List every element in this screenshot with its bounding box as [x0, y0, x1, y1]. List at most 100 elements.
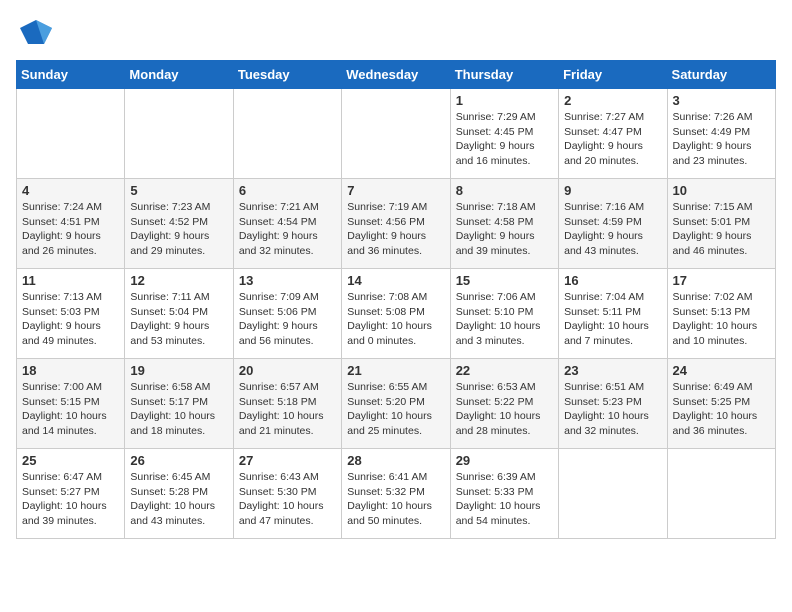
- day-number: 23: [564, 363, 661, 378]
- day-info: Sunrise: 7:21 AM Sunset: 4:54 PM Dayligh…: [239, 200, 336, 259]
- logo: [16, 16, 52, 48]
- day-number: 15: [456, 273, 553, 288]
- calendar-cell: 2 Sunrise: 7:27 AM Sunset: 4:47 PM Daylig…: [559, 89, 667, 179]
- calendar-cell: 3 Sunrise: 7:26 AM Sunset: 4:49 PM Daylig…: [667, 89, 775, 179]
- calendar-cell: 7 Sunrise: 7:19 AM Sunset: 4:56 PM Daylig…: [342, 179, 450, 269]
- header-row: SundayMondayTuesdayWednesdayThursdayFrid…: [17, 61, 776, 89]
- day-info: Sunrise: 7:27 AM Sunset: 4:47 PM Dayligh…: [564, 110, 661, 169]
- calendar-cell: 26 Sunrise: 6:45 AM Sunset: 5:28 PM Dayli…: [125, 449, 233, 539]
- day-info: Sunrise: 6:43 AM Sunset: 5:30 PM Dayligh…: [239, 470, 336, 529]
- calendar-cell: 9 Sunrise: 7:16 AM Sunset: 4:59 PM Daylig…: [559, 179, 667, 269]
- day-header-saturday: Saturday: [667, 61, 775, 89]
- calendar-cell: 25 Sunrise: 6:47 AM Sunset: 5:27 PM Dayli…: [17, 449, 125, 539]
- day-number: 3: [673, 93, 770, 108]
- day-number: 27: [239, 453, 336, 468]
- day-number: 24: [673, 363, 770, 378]
- calendar-cell: 21Sunrise: 6:55 AM Sunset: 5:20 PM Dayli…: [342, 359, 450, 449]
- logo-icon: [20, 16, 52, 48]
- day-number: 16: [564, 273, 661, 288]
- day-info: Sunrise: 7:04 AM Sunset: 5:11 PM Dayligh…: [564, 290, 661, 349]
- calendar-cell: 1 Sunrise: 7:29 AM Sunset: 4:45 PM Daylig…: [450, 89, 558, 179]
- day-number: 26: [130, 453, 227, 468]
- week-row-3: 11Sunrise: 7:13 AM Sunset: 5:03 PM Dayli…: [17, 269, 776, 359]
- page-header: [16, 16, 776, 48]
- day-header-tuesday: Tuesday: [233, 61, 341, 89]
- day-number: 25: [22, 453, 119, 468]
- day-number: 19: [130, 363, 227, 378]
- day-number: 28: [347, 453, 444, 468]
- day-number: 1: [456, 93, 553, 108]
- day-info: Sunrise: 7:24 AM Sunset: 4:51 PM Dayligh…: [22, 200, 119, 259]
- day-info: Sunrise: 7:09 AM Sunset: 5:06 PM Dayligh…: [239, 290, 336, 349]
- week-row-5: 25 Sunrise: 6:47 AM Sunset: 5:27 PM Dayli…: [17, 449, 776, 539]
- week-row-2: 4 Sunrise: 7:24 AM Sunset: 4:51 PM Daylig…: [17, 179, 776, 269]
- calendar-cell: 22 Sunrise: 6:53 AM Sunset: 5:22 PM Dayli…: [450, 359, 558, 449]
- calendar-cell: 29 Sunrise: 6:39 AM Sunset: 5:33 PM Dayli…: [450, 449, 558, 539]
- day-info: Sunrise: 7:15 AM Sunset: 5:01 PM Dayligh…: [673, 200, 770, 259]
- day-info: Sunrise: 7:29 AM Sunset: 4:45 PM Dayligh…: [456, 110, 553, 169]
- calendar-cell: 5 Sunrise: 7:23 AM Sunset: 4:52 PM Daylig…: [125, 179, 233, 269]
- day-number: 9: [564, 183, 661, 198]
- calendar-cell: 23Sunrise: 6:51 AM Sunset: 5:23 PM Dayli…: [559, 359, 667, 449]
- calendar-cell: 27 Sunrise: 6:43 AM Sunset: 5:30 PM Dayli…: [233, 449, 341, 539]
- day-number: 6: [239, 183, 336, 198]
- day-info: Sunrise: 7:11 AM Sunset: 5:04 PM Dayligh…: [130, 290, 227, 349]
- day-info: Sunrise: 7:02 AM Sunset: 5:13 PM Dayligh…: [673, 290, 770, 349]
- week-row-1: 1 Sunrise: 7:29 AM Sunset: 4:45 PM Daylig…: [17, 89, 776, 179]
- day-number: 4: [22, 183, 119, 198]
- day-header-wednesday: Wednesday: [342, 61, 450, 89]
- day-number: 14: [347, 273, 444, 288]
- day-number: 13: [239, 273, 336, 288]
- day-number: 29: [456, 453, 553, 468]
- day-info: Sunrise: 6:39 AM Sunset: 5:33 PM Dayligh…: [456, 470, 553, 529]
- calendar-cell: 15 Sunrise: 7:06 AM Sunset: 5:10 PM Dayli…: [450, 269, 558, 359]
- calendar-cell: 19 Sunrise: 6:58 AM Sunset: 5:17 PM Dayli…: [125, 359, 233, 449]
- calendar-cell: [125, 89, 233, 179]
- day-info: Sunrise: 7:19 AM Sunset: 4:56 PM Dayligh…: [347, 200, 444, 259]
- calendar-cell: 24Sunrise: 6:49 AM Sunset: 5:25 PM Dayli…: [667, 359, 775, 449]
- calendar-cell: [17, 89, 125, 179]
- calendar-cell: 18 Sunrise: 7:00 AM Sunset: 5:15 PM Dayli…: [17, 359, 125, 449]
- calendar-cell: [342, 89, 450, 179]
- day-number: 8: [456, 183, 553, 198]
- day-info: Sunrise: 7:26 AM Sunset: 4:49 PM Dayligh…: [673, 110, 770, 169]
- day-info: Sunrise: 7:23 AM Sunset: 4:52 PM Dayligh…: [130, 200, 227, 259]
- day-info: Sunrise: 6:45 AM Sunset: 5:28 PM Dayligh…: [130, 470, 227, 529]
- day-info: Sunrise: 7:18 AM Sunset: 4:58 PM Dayligh…: [456, 200, 553, 259]
- calendar-cell: [559, 449, 667, 539]
- day-info: Sunrise: 7:16 AM Sunset: 4:59 PM Dayligh…: [564, 200, 661, 259]
- calendar-cell: 8 Sunrise: 7:18 AM Sunset: 4:58 PM Daylig…: [450, 179, 558, 269]
- day-number: 10: [673, 183, 770, 198]
- day-info: Sunrise: 6:55 AM Sunset: 5:20 PM Dayligh…: [347, 380, 444, 439]
- calendar-cell: 17 Sunrise: 7:02 AM Sunset: 5:13 PM Dayli…: [667, 269, 775, 359]
- calendar-cell: 20Sunrise: 6:57 AM Sunset: 5:18 PM Dayli…: [233, 359, 341, 449]
- day-number: 17: [673, 273, 770, 288]
- day-info: Sunrise: 6:53 AM Sunset: 5:22 PM Dayligh…: [456, 380, 553, 439]
- day-info: Sunrise: 7:06 AM Sunset: 5:10 PM Dayligh…: [456, 290, 553, 349]
- day-number: 12: [130, 273, 227, 288]
- calendar-cell: 10 Sunrise: 7:15 AM Sunset: 5:01 PM Dayli…: [667, 179, 775, 269]
- day-header-sunday: Sunday: [17, 61, 125, 89]
- day-info: Sunrise: 6:58 AM Sunset: 5:17 PM Dayligh…: [130, 380, 227, 439]
- day-number: 18: [22, 363, 119, 378]
- week-row-4: 18 Sunrise: 7:00 AM Sunset: 5:15 PM Dayli…: [17, 359, 776, 449]
- day-info: Sunrise: 7:13 AM Sunset: 5:03 PM Dayligh…: [22, 290, 119, 349]
- calendar-cell: 4 Sunrise: 7:24 AM Sunset: 4:51 PM Daylig…: [17, 179, 125, 269]
- day-number: 2: [564, 93, 661, 108]
- day-info: Sunrise: 7:08 AM Sunset: 5:08 PM Dayligh…: [347, 290, 444, 349]
- calendar-cell: 6 Sunrise: 7:21 AM Sunset: 4:54 PM Daylig…: [233, 179, 341, 269]
- day-info: Sunrise: 6:57 AM Sunset: 5:18 PM Dayligh…: [239, 380, 336, 439]
- calendar-table: SundayMondayTuesdayWednesdayThursdayFrid…: [16, 60, 776, 539]
- day-info: Sunrise: 7:00 AM Sunset: 5:15 PM Dayligh…: [22, 380, 119, 439]
- calendar-cell: 14 Sunrise: 7:08 AM Sunset: 5:08 PM Dayli…: [342, 269, 450, 359]
- day-info: Sunrise: 6:41 AM Sunset: 5:32 PM Dayligh…: [347, 470, 444, 529]
- day-info: Sunrise: 6:47 AM Sunset: 5:27 PM Dayligh…: [22, 470, 119, 529]
- calendar-cell: 11Sunrise: 7:13 AM Sunset: 5:03 PM Dayli…: [17, 269, 125, 359]
- calendar-cell: [233, 89, 341, 179]
- calendar-cell: [667, 449, 775, 539]
- calendar-cell: 13 Sunrise: 7:09 AM Sunset: 5:06 PM Dayli…: [233, 269, 341, 359]
- day-number: 5: [130, 183, 227, 198]
- day-number: 7: [347, 183, 444, 198]
- calendar-cell: 28 Sunrise: 6:41 AM Sunset: 5:32 PM Dayli…: [342, 449, 450, 539]
- day-number: 22: [456, 363, 553, 378]
